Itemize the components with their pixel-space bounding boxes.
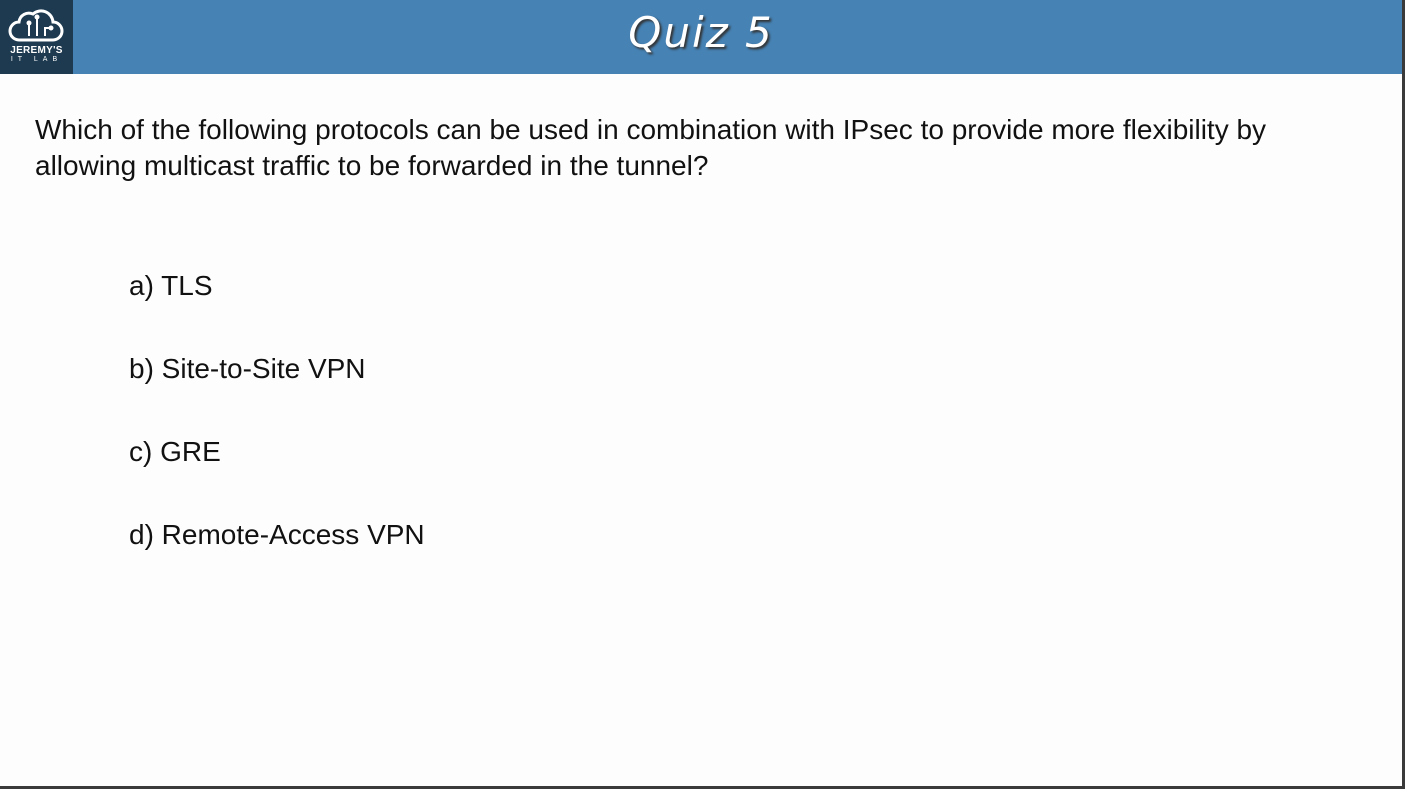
option-d: d) Remote-Access VPN — [129, 519, 425, 550]
option-a: a) TLS — [129, 270, 213, 301]
slide-title: Quiz 5 — [628, 8, 774, 57]
option-c: c) GRE — [129, 436, 221, 467]
question-text: Which of the following protocols can be … — [35, 114, 1267, 181]
logo-subtext: IT LAB — [10, 56, 63, 63]
option-b: b) Site-to-Site VPN — [129, 353, 366, 384]
slide: JEREMY'S IT LAB Quiz 5 Which of the foll… — [0, 0, 1402, 786]
header-bar: JEREMY'S IT LAB Quiz 5 — [0, 0, 1402, 74]
